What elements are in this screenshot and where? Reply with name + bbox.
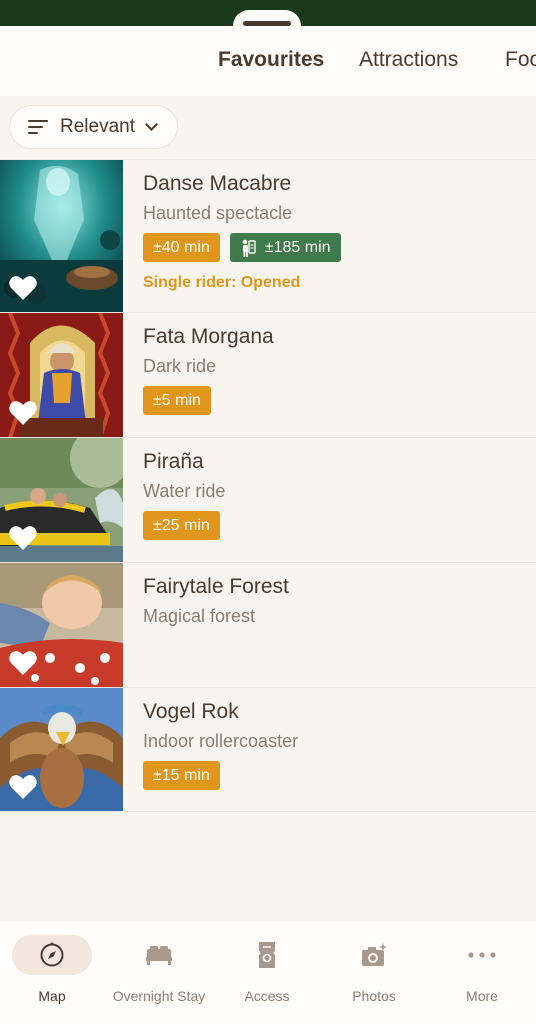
- attraction-info: Piraña Water ride ±25 min: [143, 450, 230, 540]
- nav-overnight-stay[interactable]: Overnight Stay: [105, 935, 213, 1004]
- nav-more-label: More: [466, 988, 498, 1004]
- nav-photos-pill[interactable]: [334, 935, 414, 975]
- sort-icon: [28, 120, 48, 134]
- fastpass-icon: [242, 239, 256, 257]
- chevron-down-icon: [145, 117, 158, 131]
- bottom-navigation: Map Overnight Stay Access Photos More: [0, 921, 536, 1024]
- attraction-image: [0, 563, 123, 687]
- heart-icon[interactable]: [9, 400, 37, 426]
- fastpass-time: ±185 min: [264, 238, 331, 256]
- attraction-type: Water ride: [143, 481, 226, 501]
- wait-time-badge: ±25 min: [143, 511, 220, 540]
- nav-access-pill[interactable]: [227, 935, 307, 975]
- badges: ±5 min: [143, 386, 274, 415]
- tab-food[interactable]: Foo: [505, 48, 536, 72]
- list-item[interactable]: Danse Macabre Haunted spectacle ±40 min …: [0, 159, 536, 312]
- list-item[interactable]: Fairytale Forest Magical forest: [0, 562, 536, 687]
- attraction-info: Vogel Rok Indoor rollercoaster ±15 min: [143, 700, 298, 790]
- attraction-image: [0, 160, 123, 312]
- sort-bar: Relevant: [0, 96, 536, 160]
- attraction-name: Piraña: [143, 450, 204, 473]
- heart-icon[interactable]: [9, 525, 37, 551]
- sort-label: Relevant: [60, 116, 135, 137]
- sort-button[interactable]: Relevant: [9, 105, 178, 149]
- heart-icon[interactable]: [9, 650, 37, 676]
- nav-overnight-stay-pill[interactable]: [119, 935, 199, 975]
- fastpass-badge: ±185 min: [229, 233, 341, 262]
- heart-icon[interactable]: [9, 275, 37, 301]
- nav-photos[interactable]: Photos: [320, 935, 428, 1004]
- category-tabs: Favourites Attractions Foo: [0, 26, 536, 96]
- badges: ±40 min ±185 min: [143, 233, 351, 262]
- nav-more-pill[interactable]: [442, 935, 522, 975]
- attraction-image: [0, 438, 123, 562]
- list-item[interactable]: Fata Morgana Dark ride ±5 min: [0, 312, 536, 437]
- attraction-list: Danse Macabre Haunted spectacle ±40 min …: [0, 159, 536, 812]
- attraction-info: Danse Macabre Haunted spectacle ±40 min …: [143, 172, 351, 292]
- nav-map[interactable]: Map: [0, 935, 106, 1004]
- attraction-type: Dark ride: [143, 356, 217, 376]
- camera-icon: [362, 943, 387, 966]
- heart-icon[interactable]: [9, 774, 37, 800]
- attraction-image: [0, 313, 123, 437]
- attraction-name: Fairytale Forest: [143, 575, 289, 598]
- wait-time-badge: ±15 min: [143, 761, 220, 790]
- attraction-image: [0, 688, 123, 811]
- wait-time-badge: ±40 min: [143, 233, 220, 262]
- attraction-name: Vogel Rok: [143, 700, 239, 723]
- nav-overnight-stay-label: Overnight Stay: [112, 988, 206, 1004]
- ticket-icon: [259, 942, 275, 968]
- attraction-type: Indoor rollercoaster: [143, 731, 299, 751]
- attraction-type: Haunted spectacle: [143, 203, 293, 223]
- badges: ±25 min: [143, 511, 230, 540]
- nav-map-label: Map: [38, 988, 66, 1004]
- attraction-info: Fata Morgana Dark ride ±5 min: [143, 325, 274, 415]
- attraction-name: Fata Morgana: [143, 325, 274, 348]
- nav-more[interactable]: More: [428, 935, 536, 1004]
- compass-icon: [40, 942, 64, 967]
- nav-map-pill[interactable]: [12, 935, 92, 975]
- nav-access-label: Access: [244, 988, 290, 1004]
- single-rider-status: Single rider: Opened: [143, 274, 301, 291]
- tab-favourites[interactable]: Favourites: [218, 48, 324, 72]
- attraction-type: Magical forest: [143, 606, 256, 626]
- wait-time-badge: ±5 min: [143, 386, 211, 415]
- tab-attractions[interactable]: Attractions: [359, 48, 458, 72]
- more-icon: [468, 952, 496, 958]
- bed-icon: [146, 946, 172, 965]
- attraction-name: Danse Macabre: [143, 172, 292, 195]
- attraction-info: Fairytale Forest Magical forest: [143, 575, 289, 627]
- list-item[interactable]: Vogel Rok Indoor rollercoaster ±15 min: [0, 687, 536, 812]
- nav-photos-label: Photos: [352, 988, 396, 1004]
- badges: ±15 min: [143, 761, 298, 790]
- list-item[interactable]: Piraña Water ride ±25 min: [0, 437, 536, 562]
- nav-access[interactable]: Access: [213, 935, 321, 1004]
